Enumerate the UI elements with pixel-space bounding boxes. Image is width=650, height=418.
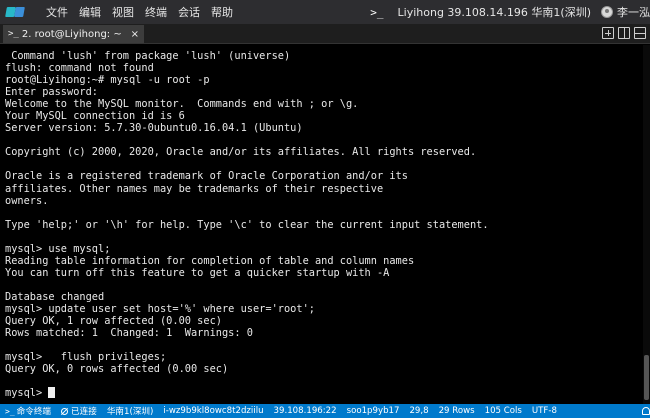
terminal-icon[interactable]: >_ — [370, 6, 383, 19]
tab-session-2[interactable]: >_ 2. root@Liyihong: ~ × — [3, 25, 144, 43]
session-info: Liyihong 39.108.14.196 华南1(深圳) — [397, 6, 591, 19]
menu-edit[interactable]: 编辑 — [79, 4, 101, 20]
terminal-cursor — [48, 387, 56, 399]
menu-file[interactable]: 文件 — [46, 4, 68, 20]
tab-bar: >_ 2. root@Liyihong: ~ × — [0, 24, 650, 44]
terminal-prompt-icon: >_ — [8, 29, 19, 39]
menu-bar: 文件 编辑 视图 终端 会话 帮助 >_ Liyihong 39.108.14.… — [0, 0, 650, 24]
status-instance-id: i-wz9b9kl8owc8t2dziilu — [163, 406, 264, 416]
terminal-prompt-icon: >_ — [5, 406, 15, 416]
menu-view[interactable]: 视图 — [112, 4, 134, 20]
close-icon[interactable]: × — [131, 29, 139, 40]
status-bar: >_ 命令终端 已连接 华南1(深圳) i-wz9b9kl8owc8t2dziil… — [0, 404, 650, 418]
link-icon — [61, 407, 69, 415]
status-encoding[interactable]: UTF-8 — [527, 406, 562, 416]
terminal-text: Command 'lush' from package 'lush' (univ… — [5, 50, 643, 399]
app-logo-icon — [5, 5, 28, 19]
terminal-scrollbar[interactable] — [643, 45, 650, 404]
status-cursor-position: 29,8 — [409, 406, 429, 416]
status-connection-label: 已连接 — [71, 407, 97, 417]
status-rows: 29 Rows — [438, 406, 475, 416]
menu-session[interactable]: 会话 — [178, 4, 200, 20]
status-connection[interactable]: 已连接 — [56, 405, 102, 417]
status-terminal[interactable]: >_ 命令终端 — [0, 405, 56, 418]
status-ip: 39.108.196:22 — [273, 406, 337, 416]
terminal-prompt: mysql> — [5, 387, 49, 400]
new-tab-icon[interactable] — [602, 27, 614, 39]
terminal-lines: Command 'lush' from package 'lush' (univ… — [5, 50, 489, 376]
terminal-output[interactable]: Command 'lush' from package 'lush' (univ… — [0, 45, 643, 404]
split-horizontal-icon[interactable] — [634, 27, 646, 39]
split-vertical-icon[interactable] — [618, 27, 630, 39]
status-hostname: soo1p9yb17 — [346, 406, 400, 416]
status-region: 华南1(深圳) — [106, 407, 154, 417]
user-name[interactable]: 李一泓 — [617, 4, 650, 20]
bell-icon[interactable] — [642, 407, 650, 415]
status-terminal-label: 命令终端 — [16, 407, 52, 417]
scrollbar-thumb[interactable] — [644, 355, 649, 400]
menu-help[interactable]: 帮助 — [211, 4, 233, 20]
user-avatar-icon[interactable] — [601, 6, 613, 18]
tab-actions — [602, 27, 646, 39]
menu-terminal[interactable]: 终端 — [145, 4, 167, 20]
status-cols: 105 Cols — [484, 406, 522, 416]
tab-label: 2. root@Liyihong: ~ — [21, 28, 122, 40]
